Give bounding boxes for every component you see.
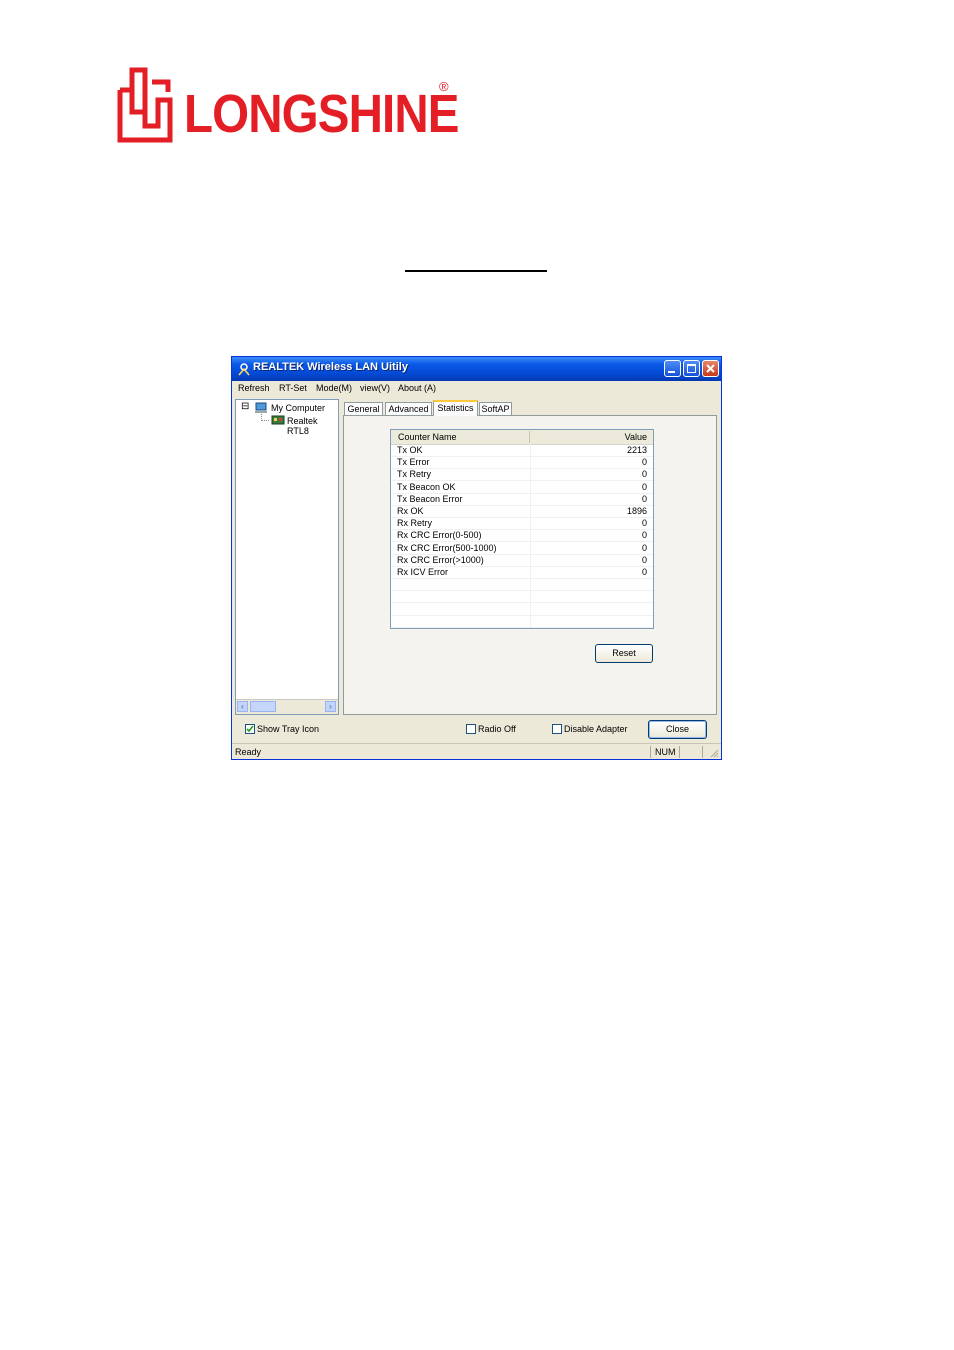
- empty-table-row: [391, 615, 653, 628]
- counter-value-cell: 0: [641, 457, 647, 468]
- status-divider: [650, 746, 651, 758]
- table-row[interactable]: Rx ICV Error 0: [391, 566, 653, 579]
- wireless-app-icon: [238, 363, 250, 376]
- counter-value-cell: 2213: [626, 445, 647, 455]
- counter-name-cell: Rx ICV Error: [397, 567, 449, 577]
- empty-table-row: [391, 603, 653, 616]
- table-row[interactable]: Tx Beacon OK 0: [391, 481, 653, 494]
- counter-name-cell: Rx OK: [397, 506, 424, 516]
- list-header: Counter Name Value: [391, 430, 653, 445]
- minimize-icon: [668, 371, 675, 373]
- maximize-icon: [687, 364, 696, 373]
- status-divider: [679, 746, 680, 758]
- close-button[interactable]: Close: [648, 720, 707, 739]
- logo-wordmark: LONGSHINE: [184, 84, 459, 144]
- tree-item-my-computer[interactable]: My Computer: [271, 403, 325, 413]
- table-row[interactable]: Tx OK 2213: [391, 444, 653, 457]
- title-bar[interactable]: REALTEK Wireless LAN Uitily: [232, 357, 721, 381]
- empty-table-row: [391, 590, 653, 604]
- counter-value-cell: 0: [641, 469, 647, 480]
- table-row[interactable]: Rx CRC Error(0-500) 0: [391, 529, 653, 543]
- tab-softap[interactable]: SoftAP: [479, 402, 512, 415]
- resize-grip-icon[interactable]: [709, 748, 719, 758]
- show-tray-icon-label[interactable]: Show Tray Icon: [257, 724, 319, 734]
- section-rule: [405, 270, 547, 272]
- counter-value-cell: 0: [641, 518, 647, 529]
- maximize-button[interactable]: [683, 360, 700, 377]
- radio-off-checkbox[interactable]: [466, 724, 476, 734]
- longshine-emblem-icon: [117, 67, 173, 143]
- table-row[interactable]: Rx CRC Error(500-1000) 0: [391, 542, 653, 555]
- network-adapter-icon: [271, 415, 285, 425]
- table-row[interactable]: Rx OK 1896: [391, 505, 653, 518]
- reset-button[interactable]: Reset: [595, 644, 653, 663]
- show-tray-icon-checkbox[interactable]: [245, 724, 255, 734]
- counter-name-cell: Tx Retry: [397, 469, 432, 480]
- counter-value-cell: 0: [641, 567, 647, 577]
- close-window-button[interactable]: [702, 360, 719, 377]
- scroll-thumb[interactable]: [250, 701, 276, 712]
- counter-name-cell: Rx Retry: [397, 518, 433, 529]
- scroll-left-icon[interactable]: ‹: [237, 701, 248, 712]
- table-row[interactable]: Rx CRC Error(>1000) 0: [391, 554, 653, 567]
- tree-item-realtek-adapter[interactable]: Realtek RTL8: [287, 416, 338, 436]
- menu-rt-set[interactable]: RT-Set: [279, 383, 307, 393]
- tab-general[interactable]: General: [344, 402, 383, 415]
- table-row[interactable]: Tx Error 0: [391, 456, 653, 470]
- table-row[interactable]: Rx Retry 0: [391, 517, 653, 531]
- registered-mark: ®: [439, 79, 449, 94]
- tab-statistics[interactable]: Statistics: [433, 400, 478, 416]
- close-icon: [706, 364, 715, 373]
- minimize-button[interactable]: [664, 360, 681, 377]
- counter-name-cell: Tx Error: [397, 457, 430, 468]
- window-title: REALTEK Wireless LAN Uitily: [253, 361, 408, 373]
- counter-value-cell: 1896: [626, 506, 647, 516]
- counter-name-cell: Rx CRC Error(>1000): [397, 554, 484, 565]
- tree-collapse-icon[interactable]: ⊟: [241, 401, 249, 412]
- realtek-utility-window: REALTEK Wireless LAN Uitily Refresh RT-S…: [231, 356, 722, 760]
- scroll-right-icon[interactable]: ›: [325, 701, 336, 712]
- num-lock-indicator: NUM: [655, 747, 676, 757]
- counter-name-cell: Tx Beacon Error: [397, 493, 463, 504]
- header-divider: [529, 431, 530, 443]
- disable-adapter-label[interactable]: Disable Adapter: [564, 724, 628, 734]
- tab-advanced[interactable]: Advanced: [385, 402, 432, 415]
- counter-value-cell: 0: [641, 554, 647, 565]
- counter-name-cell: Tx Beacon OK: [397, 481, 456, 492]
- table-row[interactable]: Tx Retry 0: [391, 468, 653, 482]
- statistics-list[interactable]: Counter Name Value Tx OK 2213 Tx Error 0 Tx …: [390, 429, 654, 629]
- status-divider: [702, 746, 703, 758]
- table-row[interactable]: Tx Beacon Error 0: [391, 493, 653, 506]
- counter-name-cell: Tx OK: [397, 445, 423, 455]
- longshine-logo: LONGSHINE ®: [112, 64, 459, 148]
- radio-off-label[interactable]: Radio Off: [478, 724, 516, 734]
- menu-refresh[interactable]: Refresh: [238, 383, 270, 393]
- status-bar: Ready NUM: [232, 743, 721, 760]
- counter-value-cell: 0: [641, 481, 647, 492]
- column-header-counter-name[interactable]: Counter Name: [398, 432, 457, 442]
- status-text: Ready: [235, 747, 262, 757]
- disable-adapter-checkbox[interactable]: [552, 724, 562, 734]
- tree-connector: [261, 420, 269, 422]
- counter-name-cell: Rx CRC Error(500-1000): [397, 542, 497, 553]
- menu-about[interactable]: About (A): [398, 383, 436, 393]
- counter-value-cell: 0: [641, 530, 647, 541]
- computer-icon: [255, 402, 267, 413]
- menu-mode[interactable]: Mode(M): [316, 383, 352, 393]
- counter-name-cell: Rx CRC Error(0-500): [397, 530, 482, 541]
- column-header-value[interactable]: Value: [625, 432, 647, 442]
- tree-horizontal-scrollbar[interactable]: ‹ ›: [236, 699, 338, 714]
- check-mark-icon: [246, 725, 254, 733]
- device-tree[interactable]: ⊟ My Computer Realtek RTL8 ‹ ›: [235, 399, 339, 715]
- counter-value-cell: 0: [641, 542, 647, 553]
- empty-table-row: [391, 578, 653, 592]
- menu-bar: Refresh RT-Set Mode(M) view(V) About (A): [232, 381, 721, 397]
- menu-view[interactable]: view(V): [360, 383, 390, 393]
- counter-value-cell: 0: [641, 493, 647, 504]
